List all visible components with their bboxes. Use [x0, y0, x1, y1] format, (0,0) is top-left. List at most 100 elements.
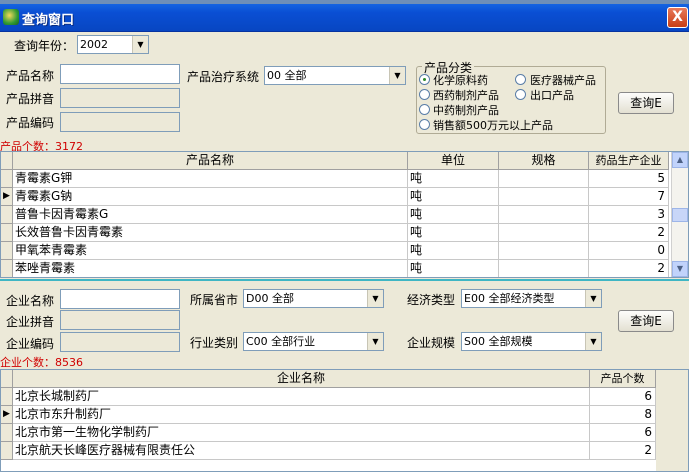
column-header[interactable]: 产品名称 — [13, 152, 408, 170]
radio-label: 中药制剂产品 — [433, 104, 499, 117]
product-name-cell[interactable]: 甲氧苯青霉素 — [13, 242, 408, 260]
radio-western-preparation[interactable] — [419, 89, 430, 100]
product-name-cell[interactable]: 长效普鲁卡因青霉素 — [13, 224, 408, 242]
radio-export[interactable] — [515, 89, 526, 100]
dropdown-arrow-icon[interactable]: ▼ — [389, 67, 405, 84]
unit-cell[interactable]: 吨 — [408, 206, 499, 224]
unit-cell[interactable]: 吨 — [408, 242, 499, 260]
dropdown-arrow-icon[interactable]: ▼ — [585, 333, 601, 350]
company-pinyin-input[interactable] — [60, 310, 180, 330]
product-name-cell[interactable]: 苯唑青霉素 — [13, 260, 408, 277]
column-header[interactable]: 药品生产企业 — [589, 152, 669, 170]
product-name-label: 产品名称 — [6, 69, 55, 83]
company-code-input[interactable] — [60, 332, 180, 352]
title-bar-strip — [0, 0, 689, 4]
unit-cell[interactable]: 吨 — [408, 260, 499, 277]
industry-label: 行业类别 — [190, 336, 239, 350]
spec-cell[interactable] — [499, 242, 589, 260]
row-indicator — [1, 388, 13, 406]
product-count-cell[interactable]: 8 — [590, 406, 656, 424]
column-header[interactable]: 企业名称 — [13, 370, 590, 388]
producer-count-cell[interactable]: 5 — [589, 170, 669, 188]
producer-count-cell[interactable]: 7 — [589, 188, 669, 206]
product-pinyin-label: 产品拼音 — [6, 92, 55, 106]
column-header[interactable]: 规格 — [499, 152, 589, 170]
app-icon — [3, 9, 19, 25]
title-bar[interactable]: 查询窗口 X — [0, 0, 689, 32]
product-table: 产品名称 单位 规格 药品生产企业 青霉素G钾 吨 5 ▶ 青霉素G钠 吨 7 … — [0, 151, 689, 278]
province-value: D00 全部 — [246, 292, 294, 305]
company-name-label: 企业名称 — [6, 294, 55, 308]
product-name-cell[interactable]: 普鲁卡因青霉素G — [13, 206, 408, 224]
company-table: 企业名称 产品个数 北京长城制药厂 6 ▶ 北京市东升制药厂 8 北京市第一生物… — [0, 369, 689, 472]
row-indicator — [1, 242, 13, 260]
column-header[interactable]: 单位 — [408, 152, 499, 170]
dropdown-arrow-icon[interactable]: ▼ — [585, 290, 601, 307]
radio-medical-device[interactable] — [515, 74, 526, 85]
unit-cell[interactable]: 吨 — [408, 188, 499, 206]
product-count-cell[interactable]: 6 — [590, 424, 656, 442]
product-count-cell[interactable]: 6 — [590, 388, 656, 406]
dropdown-arrow-icon[interactable]: ▼ — [367, 290, 383, 307]
dropdown-arrow-icon[interactable]: ▼ — [132, 36, 148, 53]
economic-type-select[interactable]: E00 全部经济类型 ▼ — [461, 289, 602, 308]
producer-count-cell[interactable]: 3 — [589, 206, 669, 224]
industry-select[interactable]: C00 全部行业 ▼ — [243, 332, 384, 351]
industry-value: C00 全部行业 — [246, 335, 316, 348]
product-name-cell[interactable]: 青霉素G钠 — [13, 188, 408, 206]
unit-cell[interactable]: 吨 — [408, 170, 499, 188]
province-select[interactable]: D00 全部 ▼ — [243, 289, 384, 308]
company-name-cell[interactable]: 北京市东升制药厂 — [13, 406, 590, 424]
product-name-cell[interactable]: 青霉素G钾 — [13, 170, 408, 188]
product-table-scrollbar[interactable]: ▲ ▼ — [671, 152, 688, 277]
spec-cell[interactable] — [499, 260, 589, 277]
query-window: 查询窗口 X 查询年份： 2002 ▼ 产品名称 产品拼音 产品编码 产品治疗系… — [0, 0, 689, 472]
dropdown-arrow-icon[interactable]: ▼ — [367, 333, 383, 350]
company-name-input[interactable] — [60, 289, 180, 309]
scroll-up-icon[interactable]: ▲ — [672, 152, 688, 168]
company-name-cell[interactable]: 北京市第一生物化学制药厂 — [13, 424, 590, 442]
company-table-empty-area — [656, 370, 688, 471]
company-scale-value: S00 全部规模 — [464, 335, 533, 348]
product-count-cell[interactable]: 2 — [590, 442, 656, 460]
company-scale-select[interactable]: S00 全部规模 ▼ — [461, 332, 602, 351]
company-query-button[interactable]: 查询E — [618, 310, 674, 332]
company-scale-label: 企业规模 — [407, 336, 456, 350]
radio-chemical-raw[interactable] — [419, 74, 430, 85]
radio-label: 出口产品 — [530, 89, 574, 102]
producer-count-cell[interactable]: 2 — [589, 260, 669, 277]
economic-type-label: 经济类型 — [407, 293, 456, 307]
scroll-thumb[interactable] — [672, 208, 688, 222]
company-name-cell[interactable]: 北京长城制药厂 — [13, 388, 590, 406]
product-name-input[interactable] — [60, 64, 180, 84]
company-name-cell[interactable]: 北京航天长峰医疗器械有限责任公 — [13, 442, 590, 460]
radio-sales-over-5m[interactable] — [419, 119, 430, 130]
product-pinyin-input[interactable] — [60, 88, 180, 108]
row-pointer-icon: ▶ — [1, 406, 13, 424]
producer-count-cell[interactable]: 0 — [589, 242, 669, 260]
close-icon[interactable]: X — [667, 7, 688, 28]
product-code-label: 产品编码 — [6, 116, 55, 130]
column-header[interactable]: 产品个数 — [590, 370, 656, 388]
scroll-down-icon[interactable]: ▼ — [672, 261, 688, 277]
year-select[interactable]: 2002 ▼ — [77, 35, 149, 54]
spec-cell[interactable] — [499, 188, 589, 206]
radio-tcm-preparation[interactable] — [419, 104, 430, 115]
product-query-button[interactable]: 查询E — [618, 92, 674, 114]
province-label: 所属省市 — [190, 293, 239, 307]
year-value: 2002 — [80, 38, 108, 51]
product-code-input[interactable] — [60, 112, 180, 132]
row-indicator — [1, 170, 13, 188]
spec-cell[interactable] — [499, 170, 589, 188]
spec-cell[interactable] — [499, 224, 589, 242]
unit-cell[interactable]: 吨 — [408, 224, 499, 242]
spec-cell[interactable] — [499, 206, 589, 224]
year-label: 查询年份： — [14, 39, 75, 53]
row-indicator — [1, 206, 13, 224]
row-indicator — [1, 442, 13, 460]
treatment-system-select[interactable]: 00 全部 ▼ — [264, 66, 406, 85]
radio-label: 销售额500万元以上产品 — [433, 119, 553, 132]
company-pinyin-label: 企业拼音 — [6, 315, 55, 329]
radio-label: 西药制剂产品 — [433, 89, 499, 102]
producer-count-cell[interactable]: 2 — [589, 224, 669, 242]
